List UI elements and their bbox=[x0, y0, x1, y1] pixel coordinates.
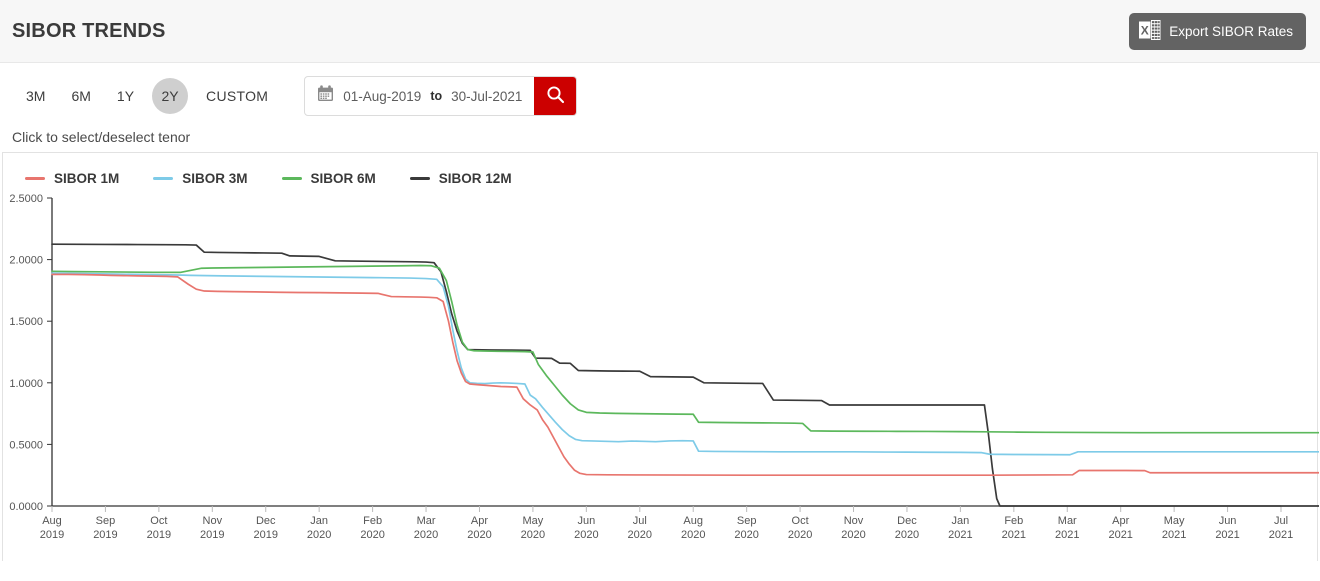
series-line-sibor-3m bbox=[51, 272, 1319, 456]
x-tick-label-year: 2020 bbox=[788, 529, 812, 541]
legend-swatch-sibor-12m bbox=[409, 177, 430, 180]
x-tick-label-year: 2021 bbox=[1162, 529, 1186, 541]
series-line-sibor-12m bbox=[51, 243, 1319, 507]
search-icon bbox=[546, 85, 565, 107]
legend-swatch-sibor-3m bbox=[153, 177, 174, 180]
x-tick-label-month: Jan bbox=[310, 515, 328, 527]
legend-label-sibor-3m: SIBOR 3M bbox=[182, 171, 248, 186]
x-tick-label-year: 2020 bbox=[360, 529, 384, 541]
x-tick-label-month: Nov bbox=[844, 515, 864, 527]
x-tick-label-year: 2019 bbox=[40, 529, 64, 541]
x-tick-label-month: Jul bbox=[633, 515, 647, 527]
legend-item-sibor-12m[interactable]: SIBOR 12M bbox=[409, 171, 512, 186]
date-from-value[interactable]: 01-Aug-2019 bbox=[343, 89, 421, 104]
x-tick-label-month: Jun bbox=[577, 515, 595, 527]
x-tick-label-year: 2021 bbox=[1002, 529, 1026, 541]
x-tick-label-year: 2020 bbox=[521, 529, 545, 541]
y-tick-label: 0.5000 bbox=[9, 439, 43, 451]
x-tick-label-month: May bbox=[1164, 515, 1185, 527]
x-tick-label-month: Dec bbox=[256, 515, 276, 527]
x-tick-label-year: 2019 bbox=[253, 529, 277, 541]
x-tick-label-month: Mar bbox=[417, 515, 436, 527]
range-button-2y[interactable]: 2Y bbox=[152, 78, 189, 114]
x-tick-label-month: Jun bbox=[1219, 515, 1237, 527]
x-tick-label-year: 2020 bbox=[895, 529, 919, 541]
tenor-hint-text: Click to select/deselect tenor bbox=[12, 129, 191, 145]
x-tick-label-month: Dec bbox=[897, 515, 917, 527]
x-tick-label-year: 2020 bbox=[628, 529, 652, 541]
x-tick-label-year: 2019 bbox=[200, 529, 224, 541]
x-tick-label-month: Apr bbox=[1112, 515, 1129, 527]
export-button-label: Export SIBOR Rates bbox=[1169, 24, 1293, 39]
range-button-custom[interactable]: CUSTOM bbox=[198, 78, 276, 114]
calendar-icon bbox=[317, 85, 334, 107]
x-tick-label-month: Jul bbox=[1274, 515, 1288, 527]
x-tick-label-year: 2021 bbox=[948, 529, 972, 541]
date-to-value[interactable]: 30-Jul-2021 bbox=[451, 89, 522, 104]
legend-label-sibor-12m: SIBOR 12M bbox=[438, 171, 512, 186]
sibor-trends-chart-card: SIBOR 1M SIBOR 3M SIBOR 6M SIBOR 12M 0.0… bbox=[2, 152, 1319, 561]
x-tick-label-year: 2021 bbox=[1215, 529, 1239, 541]
legend-label-sibor-1m: SIBOR 1M bbox=[54, 171, 120, 186]
range-button-3m[interactable]: 3M bbox=[18, 78, 53, 114]
range-button-1y[interactable]: 1Y bbox=[109, 78, 142, 114]
y-tick-label: 1.0000 bbox=[9, 378, 43, 390]
x-tick-label-month: Sep bbox=[96, 515, 116, 527]
page-title: SIBOR TRENDS bbox=[12, 19, 166, 42]
legend-swatch-sibor-6m bbox=[281, 177, 302, 180]
x-tick-label-year: 2021 bbox=[1055, 529, 1079, 541]
x-tick-label-month: Feb bbox=[1004, 515, 1023, 527]
x-tick-label-month: Sep bbox=[737, 515, 757, 527]
x-tick-label-month: Jan bbox=[952, 515, 970, 527]
x-tick-label-year: 2020 bbox=[307, 529, 331, 541]
x-tick-label-year: 2020 bbox=[841, 529, 865, 541]
x-tick-label-month: May bbox=[523, 515, 544, 527]
x-tick-label-month: Aug bbox=[683, 515, 703, 527]
x-tick-label-year: 2020 bbox=[467, 529, 491, 541]
range-button-6m[interactable]: 6M bbox=[63, 78, 98, 114]
x-tick-label-month: Feb bbox=[363, 515, 382, 527]
x-tick-label-year: 2019 bbox=[147, 529, 171, 541]
filter-toolbar: 3M 6M 1Y 2Y CUSTOM 01-Aug-2019 to 30-Jul… bbox=[0, 63, 1320, 129]
app-header: SIBOR TRENDS X Export SIBOR Rates bbox=[0, 0, 1320, 63]
date-range-picker[interactable]: 01-Aug-2019 to 30-Jul-2021 bbox=[304, 76, 578, 116]
excel-icon: X bbox=[1139, 20, 1161, 43]
series-line-sibor-1m bbox=[51, 273, 1319, 477]
x-tick-label-year: 2021 bbox=[1269, 529, 1293, 541]
search-button[interactable] bbox=[534, 77, 577, 115]
x-tick-label-month: Apr bbox=[471, 515, 488, 527]
sibor-line-chart: 0.0000 0.5000 1.0000 1.5000 2.0000 2.5000 Aug 2… bbox=[9, 193, 1319, 541]
y-tick-label: 2.5000 bbox=[9, 193, 43, 205]
x-tick-label-year: 2019 bbox=[93, 529, 117, 541]
x-tick-label-month: Aug bbox=[42, 515, 62, 527]
x-tick-label-month: Nov bbox=[203, 515, 223, 527]
y-tick-label: 2.0000 bbox=[9, 255, 43, 267]
x-tick-label-year: 2020 bbox=[681, 529, 705, 541]
y-tick-label: 1.5000 bbox=[9, 316, 43, 328]
y-tick-label: 0.0000 bbox=[9, 501, 43, 513]
x-tick-label-month: Oct bbox=[150, 515, 167, 527]
chart-legend: SIBOR 1M SIBOR 3M SIBOR 6M SIBOR 12M bbox=[3, 153, 1317, 191]
x-tick-label-month: Mar bbox=[1058, 515, 1077, 527]
legend-swatch-sibor-1m bbox=[25, 177, 45, 180]
chart-plot-area: 0.0000 0.5000 1.0000 1.5000 2.0000 2.5000 Aug 2… bbox=[3, 191, 1319, 551]
legend-item-sibor-1m[interactable]: SIBOR 1M bbox=[25, 171, 119, 186]
series-line-sibor-6m bbox=[51, 264, 1319, 434]
x-tick-label-year: 2020 bbox=[414, 529, 438, 541]
legend-item-sibor-6m[interactable]: SIBOR 6M bbox=[281, 171, 376, 186]
legend-label-sibor-6m: SIBOR 6M bbox=[310, 171, 376, 186]
legend-item-sibor-3m[interactable]: SIBOR 3M bbox=[153, 171, 248, 186]
x-tick-label-year: 2020 bbox=[734, 529, 758, 541]
svg-text:X: X bbox=[1141, 23, 1149, 37]
x-tick-label-month: Oct bbox=[792, 515, 809, 527]
x-tick-label-year: 2020 bbox=[574, 529, 598, 541]
x-tick-label-year: 2021 bbox=[1108, 529, 1132, 541]
export-sibor-rates-button[interactable]: X Export SIBOR Rates bbox=[1129, 13, 1306, 50]
date-range-separator: to bbox=[430, 89, 443, 103]
